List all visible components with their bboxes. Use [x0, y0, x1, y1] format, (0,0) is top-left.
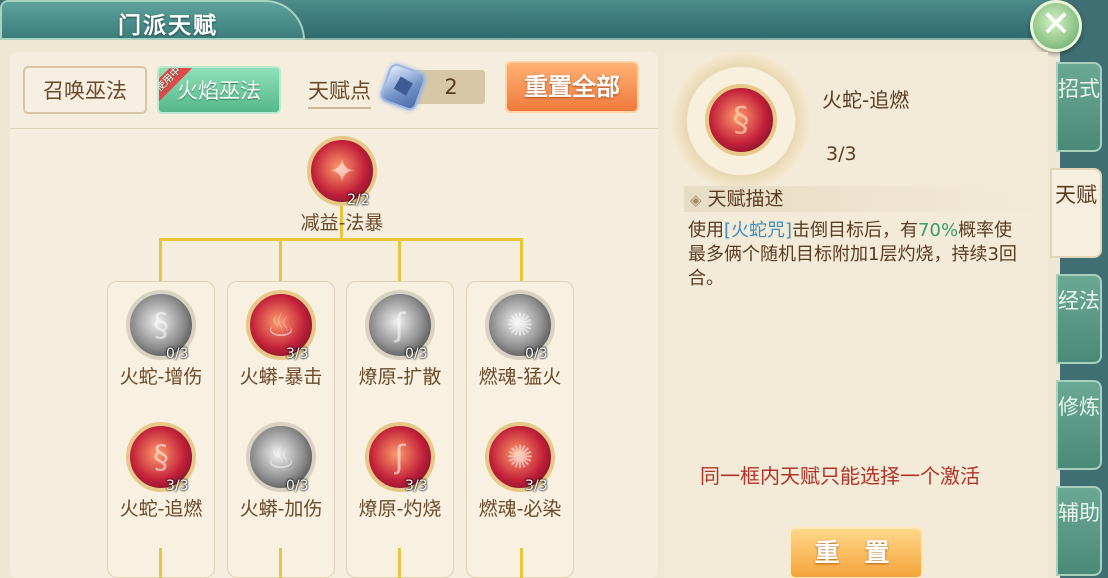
fire-snake-icon: § — [705, 84, 777, 156]
talent-count: 3/3 — [405, 478, 428, 494]
talent-count: 0/3 — [286, 478, 309, 494]
reset-all-button[interactable]: 重置全部 — [505, 61, 639, 113]
close-button[interactable]: ✕ — [1030, 0, 1082, 52]
tab-summon-magic[interactable]: 召唤巫法 — [23, 66, 147, 114]
talent-node-root[interactable]: ✦ 2/2 减益-法暴 — [287, 136, 397, 235]
talent-count: 2/2 — [347, 192, 370, 208]
tree-connector — [398, 548, 401, 578]
desc-text-1: 使用 — [688, 220, 724, 241]
talent-count: 0/3 — [166, 346, 189, 362]
talent-node[interactable]: ʃ 0/3 燎原-扩散 — [345, 290, 455, 389]
desc-text-2: 击倒目标后，有 — [792, 220, 919, 241]
description-header: ◈ 天赋描述 — [684, 186, 1044, 212]
tree-connector — [398, 238, 401, 282]
tree-connector — [159, 238, 162, 282]
talent-count: 3/3 — [166, 478, 189, 494]
talent-name: 燃魂-必染 — [478, 498, 562, 520]
selected-talent-level: 3/3 — [826, 143, 857, 165]
tree-connector — [279, 548, 282, 578]
talent-name: 燎原-扩散 — [358, 366, 442, 388]
talent-node[interactable]: ʃ 3/3 燎原-灼烧 — [345, 422, 455, 521]
talent-name: 火蟒-加伤 — [239, 498, 323, 520]
tab-fire-magic[interactable]: 使用中 火焰巫法 — [157, 66, 281, 114]
talent-points-label: 天赋点 — [308, 75, 371, 109]
talent-node[interactable]: ♨ 3/3 火蟒-暴击 — [226, 290, 336, 389]
talent-node[interactable]: § 3/3 火蛇-追燃 — [106, 422, 216, 521]
talent-node[interactable]: ✺ 3/3 燃魂-必染 — [465, 422, 575, 521]
talent-count: 3/3 — [286, 346, 309, 362]
side-tab-assist[interactable]: 辅助 — [1056, 486, 1102, 576]
divider — [10, 128, 658, 129]
talent-count: 3/3 — [525, 478, 548, 494]
talent-name: 减益-法暴 — [300, 212, 384, 234]
description-title: 天赋描述 — [707, 188, 784, 210]
side-tab-scripture[interactable]: 经法 — [1056, 274, 1102, 364]
window-title: 门派天赋 — [118, 13, 218, 39]
talent-name: 火蟒-暴击 — [239, 366, 323, 388]
talent-name: 火蛇-增伤 — [119, 366, 203, 388]
tree-connector — [279, 238, 282, 282]
side-tab-moves[interactable]: 招式 — [1056, 62, 1102, 152]
tree-connector — [159, 238, 523, 241]
side-tab-talent[interactable]: 天赋 — [1050, 168, 1102, 258]
skill-link[interactable]: [火蛇咒] — [724, 220, 792, 241]
tab-fire-magic-label: 火焰巫法 — [177, 79, 261, 103]
talent-name: 燃魂-猛火 — [478, 366, 562, 388]
reset-button[interactable]: 重 置 — [789, 527, 923, 578]
talent-count: 0/3 — [405, 346, 428, 362]
talent-name: 火蛇-追燃 — [119, 498, 203, 520]
tree-connector — [520, 548, 523, 578]
talent-node[interactable]: § 0/3 火蛇-增伤 — [106, 290, 216, 389]
tree-connector — [159, 548, 162, 578]
talent-name: 燎原-灼烧 — [358, 498, 442, 520]
tree-connector — [520, 238, 523, 282]
close-icon: ✕ — [1040, 4, 1072, 45]
talent-node[interactable]: ✺ 0/3 燃魂-猛火 — [465, 290, 575, 389]
talent-description: 使用[火蛇咒]击倒目标后，有70%概率使最多俩个随机目标附加1层灼烧，持续3回合… — [688, 219, 1018, 291]
talent-node[interactable]: ♨ 0/3 火蟒-加伤 — [226, 422, 336, 521]
activation-note: 同一框内天赋只能选择一个激活 — [700, 464, 980, 488]
talent-count: 0/3 — [525, 346, 548, 362]
selected-talent-name: 火蛇-追燃 — [822, 88, 910, 112]
side-tab-cultivation[interactable]: 修炼 — [1056, 380, 1102, 470]
diamond-icon: ◈ — [690, 191, 702, 209]
desc-rate: 70% — [918, 220, 959, 241]
